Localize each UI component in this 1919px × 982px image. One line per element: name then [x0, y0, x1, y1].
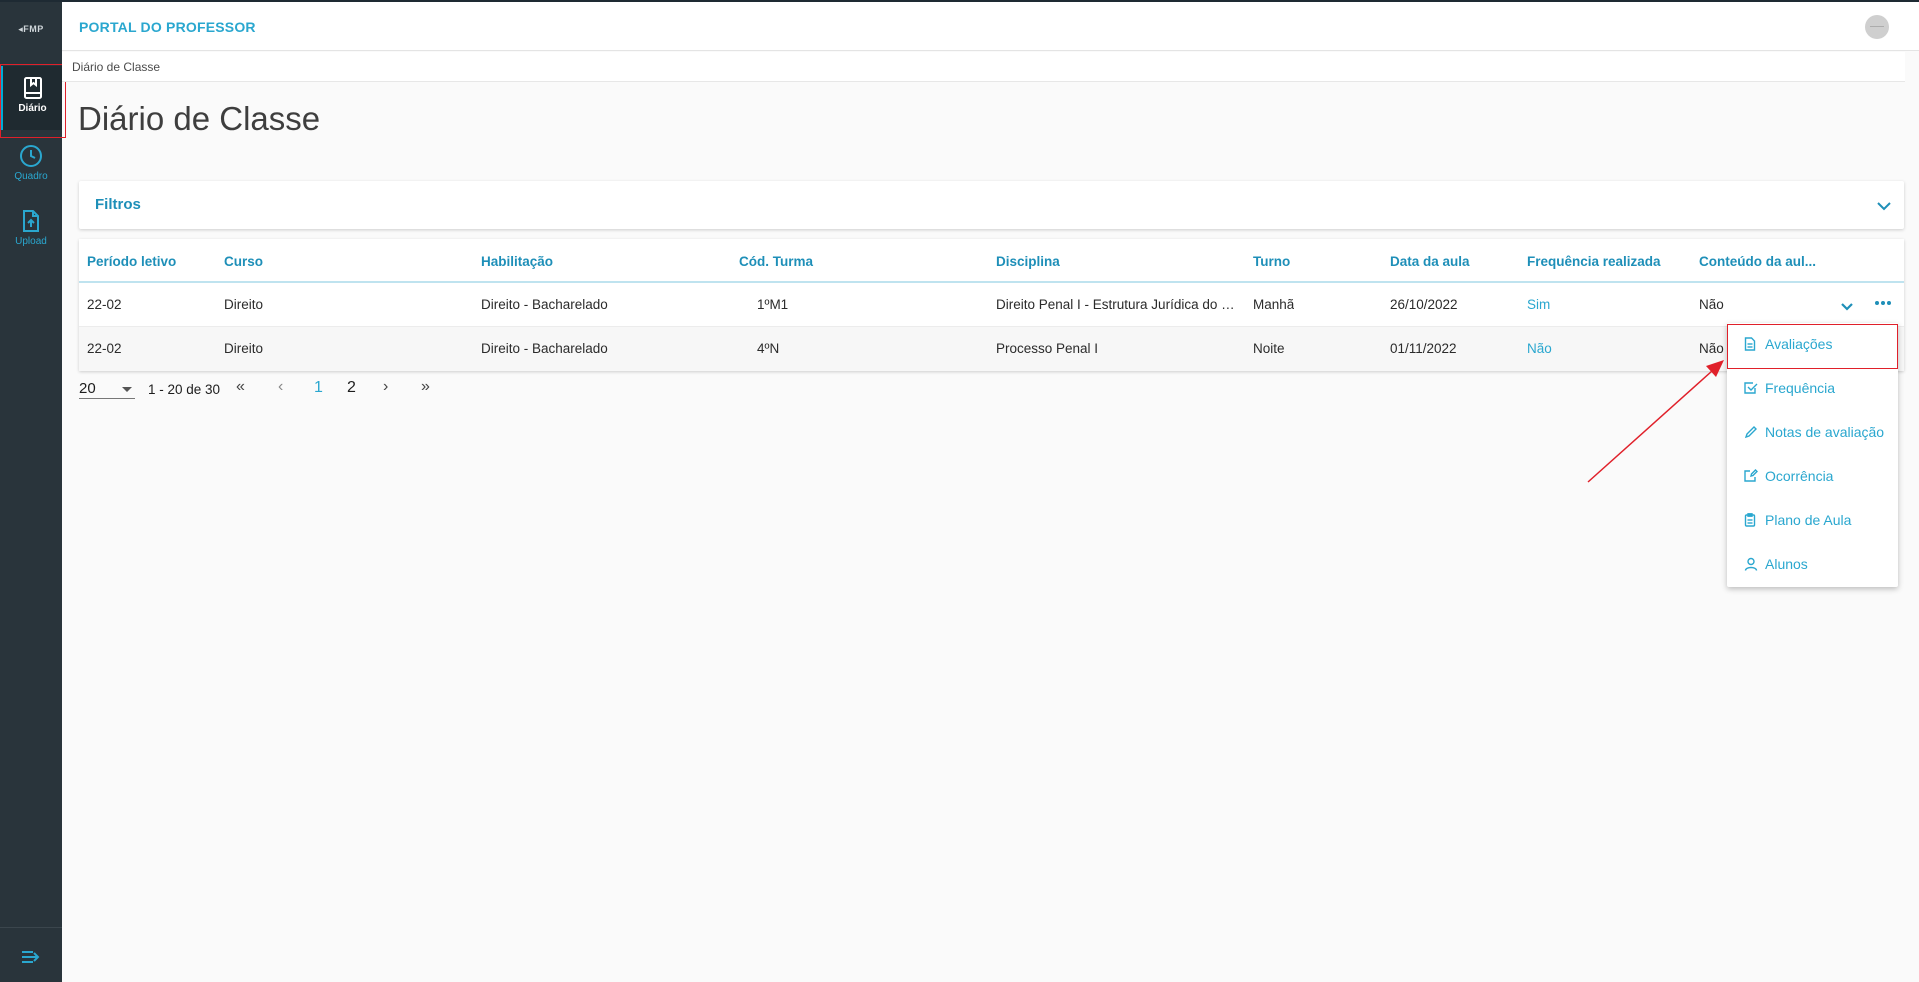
menu-item-label: Frequência — [1765, 380, 1836, 396]
page-number-button[interactable]: 2 — [347, 379, 356, 397]
column-header[interactable]: Disciplina — [996, 254, 1241, 269]
checkbox-icon — [1744, 382, 1758, 394]
document-icon — [1744, 337, 1756, 351]
breadcrumb-bar: Diário de Classe — [62, 52, 1905, 82]
menu-item-ocorrencia[interactable]: Ocorrência — [1727, 455, 1898, 499]
sidebar-item-upload[interactable]: Upload — [0, 199, 62, 263]
logo: ◂FMP — [18, 24, 44, 34]
table-cell: Noite — [1253, 341, 1285, 356]
clock-icon — [20, 145, 42, 167]
table-cell: 22-02 — [87, 297, 122, 312]
table-cell: 26/10/2022 — [1390, 297, 1458, 312]
table-cell: 4ºN — [757, 341, 780, 356]
file-upload-icon — [23, 210, 39, 232]
note-edit-icon — [1744, 469, 1758, 482]
menu-item-label: Notas de avaliação — [1765, 424, 1885, 440]
menu-item-frequencia[interactable]: Frequência — [1727, 367, 1898, 411]
chevron-down-icon — [1841, 303, 1853, 311]
header: PORTAL DO PROFESSOR —— — [62, 2, 1919, 51]
sidebar-item-label: Upload — [15, 236, 47, 247]
menu-item-label: Alunos — [1765, 556, 1808, 572]
sidebar: ◂FMP Diário Quadro Upload — [0, 2, 62, 982]
table-cell: Processo Penal I — [996, 341, 1099, 356]
table-row[interactable]: 22-02 Direito Direito - Bacharelado 4ºN … — [79, 327, 1904, 371]
table-cell: 01/11/2022 — [1390, 341, 1457, 356]
page-number-button[interactable]: 1 — [314, 379, 323, 397]
sidebar-divider — [0, 927, 62, 928]
column-header[interactable]: Cód. Turma — [739, 254, 813, 269]
user-icon — [1744, 557, 1758, 571]
app-title: PORTAL DO PROFESSOR — [79, 19, 256, 35]
table-cell-link[interactable]: Sim — [1527, 297, 1550, 312]
table-cell: Direito Penal I - Estrutura Jurídica do … — [996, 297, 1241, 312]
page-size-select[interactable]: 20 — [79, 379, 135, 399]
row-actions-menu: Avaliações Frequência Notas de avaliação… — [1727, 323, 1898, 587]
last-page-button[interactable]: » — [421, 378, 430, 396]
filters-panel[interactable]: Filtros — [79, 181, 1904, 229]
column-header[interactable]: Turno — [1253, 254, 1290, 269]
page-title: Diário de Classe — [78, 100, 321, 137]
table-cell: Direito - Bacharelado — [481, 341, 608, 356]
first-page-button[interactable]: « — [236, 378, 245, 396]
previous-page-button[interactable]: ‹ — [278, 378, 283, 396]
clipboard-icon — [1744, 513, 1756, 527]
column-header[interactable]: Curso — [224, 254, 263, 269]
table-cell: Direito - Bacharelado — [481, 297, 608, 312]
data-table: Período letivo Curso Habilitação Cód. Tu… — [79, 239, 1904, 371]
menu-item-alunos[interactable]: Alunos — [1727, 543, 1898, 587]
sidebar-item-label: Quadro — [14, 171, 48, 182]
pencil-icon — [1744, 426, 1757, 439]
avatar[interactable]: —— — [1865, 15, 1889, 39]
table-cell: Direito — [224, 341, 264, 356]
menu-collapse-icon — [22, 951, 40, 963]
table-cell: 22-02 — [87, 341, 122, 356]
table-cell: 1ºM1 — [757, 297, 789, 312]
annotation-arrow — [1587, 360, 1724, 483]
table-header: Período letivo Curso Habilitação Cód. Tu… — [79, 239, 1904, 283]
menu-item-notas-de-avaliacao[interactable]: Notas de avaliação — [1727, 411, 1898, 455]
page-size-value: 20 — [79, 380, 96, 397]
row-expand-button[interactable] — [1840, 299, 1854, 317]
caret-down-icon — [122, 387, 132, 392]
column-header[interactable]: Habilitação — [481, 254, 553, 269]
column-header[interactable]: Data da aula — [1390, 254, 1470, 269]
chevron-down-icon — [1877, 202, 1891, 211]
menu-item-plano-de-aula[interactable]: Plano de Aula — [1727, 499, 1898, 543]
table-row[interactable]: 22-02 Direito Direito - Bacharelado 1ºM1… — [79, 283, 1904, 327]
row-more-actions-button[interactable] — [1874, 296, 1892, 315]
menu-item-label: Ocorrência — [1765, 468, 1834, 484]
filters-title: Filtros — [95, 196, 141, 213]
page-range: 1 - 20 de 30 — [148, 382, 221, 397]
next-page-button[interactable]: › — [383, 378, 388, 396]
column-header[interactable]: Período letivo — [87, 254, 176, 269]
more-horizontal-icon — [1875, 301, 1891, 305]
menu-item-label: Avaliações — [1765, 336, 1833, 352]
menu-item-label: Plano de Aula — [1765, 512, 1852, 528]
breadcrumb[interactable]: Diário de Classe — [72, 60, 160, 74]
menu-item-avaliacoes[interactable]: Avaliações — [1727, 323, 1898, 367]
table-cell-link[interactable]: Não — [1527, 341, 1552, 356]
table-cell: Não — [1699, 297, 1724, 312]
table-cell: Manhã — [1253, 297, 1295, 312]
column-header[interactable]: Conteúdo da aul... — [1699, 254, 1816, 269]
table-cell: Direito — [224, 297, 264, 312]
column-header[interactable]: Frequência realizada — [1527, 254, 1661, 269]
annotation-highlight-sidebar — [0, 64, 66, 138]
sidebar-collapse-button[interactable] — [20, 946, 42, 968]
table-cell: Não — [1699, 341, 1724, 356]
sidebar-item-quadro[interactable]: Quadro — [0, 134, 62, 198]
